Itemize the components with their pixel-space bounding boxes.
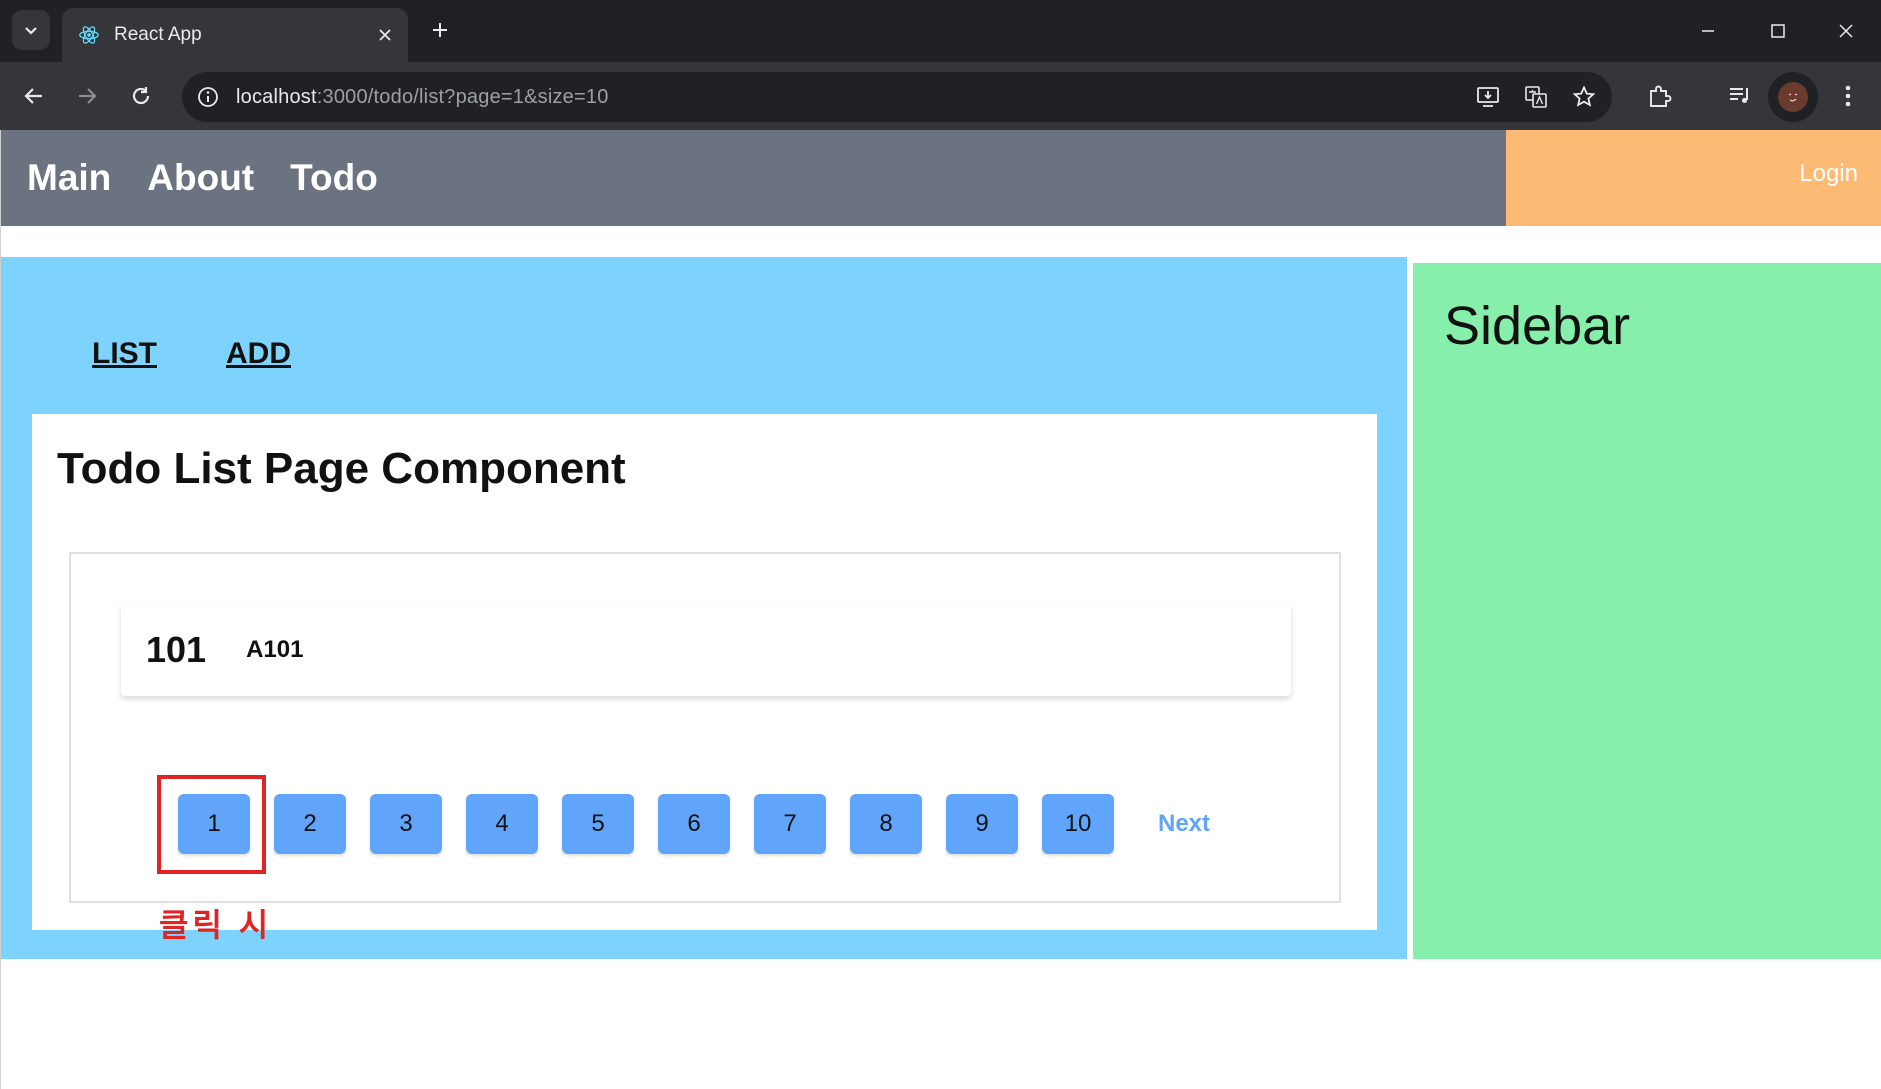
more-vertical-icon [1845,85,1851,107]
browser-menu-button[interactable] [1830,78,1866,114]
todo-list-item[interactable]: 101 A101 [121,604,1291,696]
reload-icon [132,87,150,105]
browser-toolbar: localhost:3000/todo/list?page=1&size=10 [0,62,1881,130]
avatar [1778,82,1808,112]
chevron-down-icon [25,27,37,35]
bookmark-button[interactable] [1568,81,1600,113]
nav-link-main[interactable]: Main [27,157,111,199]
site-info-button[interactable] [194,83,222,111]
react-icon [79,26,99,44]
maximize-window-button[interactable] [1743,0,1813,62]
todo-number: 101 [146,629,207,670]
nav-link-todo[interactable]: Todo [290,157,378,199]
app-top-nav: Main About Todo [1,130,1506,226]
page-button-4[interactable]: 4 [466,794,538,854]
browser-tab-bar: React App [0,0,1881,62]
page-button-2[interactable]: 2 [274,794,346,854]
url-host: localhost [236,85,317,108]
todo-sub-nav: LIST ADD [92,337,360,371]
close-tab-button[interactable] [372,22,398,48]
browser-tab-active[interactable]: React App [62,8,408,62]
forward-button[interactable] [67,76,107,116]
sidebar: Sidebar [1413,263,1881,959]
page-button-6[interactable]: 6 [658,794,730,854]
back-button[interactable] [14,76,54,116]
close-icon [1839,24,1853,38]
maximize-icon [1771,24,1785,38]
install-app-button[interactable] [1472,81,1504,113]
new-tab-button[interactable] [424,14,456,46]
close-icon [379,29,391,41]
address-bar[interactable]: localhost:3000/todo/list?page=1&size=10 [182,72,1612,122]
sub-link-add[interactable]: ADD [226,337,291,371]
install-icon [1477,87,1499,107]
media-controls-button[interactable] [1722,78,1758,114]
arrow-left-icon [24,88,42,104]
next-page-link[interactable]: Next [1158,810,1210,838]
reload-button[interactable] [121,76,161,116]
nav-link-about[interactable]: About [147,157,254,199]
star-icon [1572,85,1596,107]
minimize-icon [1702,30,1714,32]
page-button-10[interactable]: 10 [1042,794,1114,854]
avatar-face-icon [1788,93,1798,102]
page-button-8[interactable]: 8 [850,794,922,854]
sidebar-title: Sidebar [1444,296,1631,356]
page-button-9[interactable]: 9 [946,794,1018,854]
close-window-button[interactable] [1811,0,1881,62]
login-link[interactable]: Login [1799,160,1858,188]
page-viewport: Main About Todo Login LIST ADD Todo List… [0,130,1881,1089]
pagination: 1 2 3 4 5 6 7 8 9 10 Next [178,794,1210,854]
tab-title: React App [114,24,202,45]
page-button-3[interactable]: 3 [370,794,442,854]
page-button-5[interactable]: 5 [562,794,634,854]
page-button-7[interactable]: 7 [754,794,826,854]
click-highlight-box [157,775,266,874]
url-path: :3000/todo/list?page=1&size=10 [316,85,609,108]
sub-link-list[interactable]: LIST [92,337,157,371]
page-title: Todo List Page Component [57,444,626,493]
todo-title: A101 [246,636,304,663]
click-annotation-label: 클릭 시 [159,907,273,943]
info-icon [198,87,218,107]
url-text[interactable]: localhost:3000/todo/list?page=1&size=10 [236,86,609,109]
tab-search-button[interactable] [12,10,50,50]
translate-button[interactable] [1520,81,1552,113]
puzzle-icon [1650,85,1672,107]
profile-button[interactable] [1768,72,1818,122]
login-area: Login [1506,130,1881,226]
arrow-right-icon [79,88,97,104]
extensions-button[interactable] [1642,78,1678,114]
translate-icon [1525,86,1547,108]
plus-icon [433,23,447,37]
playlist-icon [1730,88,1748,103]
minimize-window-button[interactable] [1673,0,1743,62]
